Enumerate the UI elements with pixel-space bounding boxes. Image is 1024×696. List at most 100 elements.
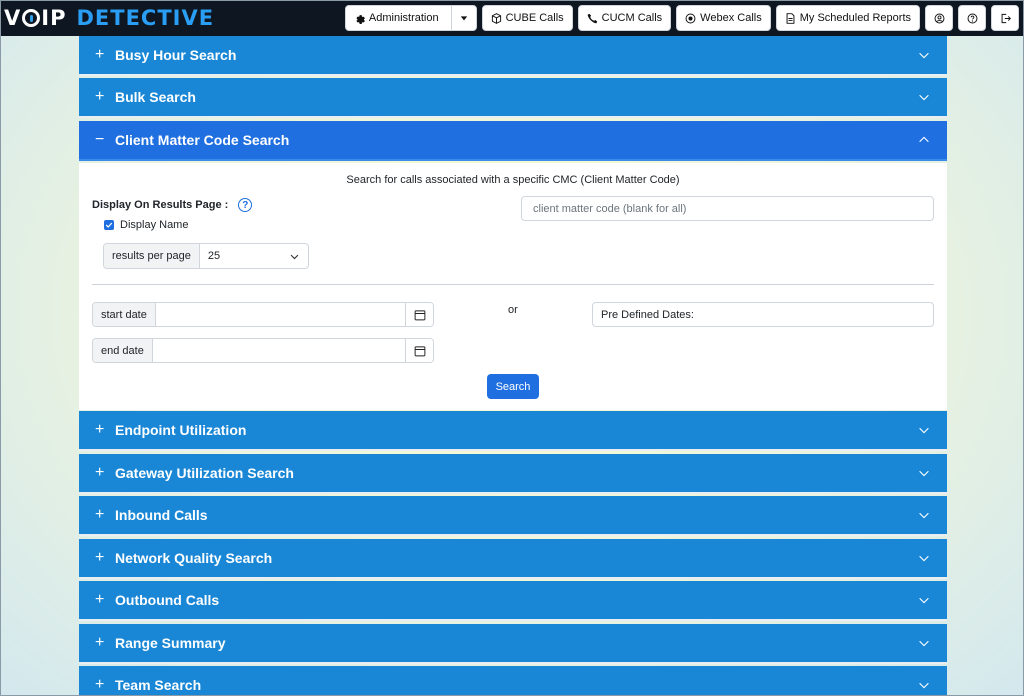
- or-separator: or: [508, 304, 518, 316]
- scheduled-reports-label: My Scheduled Reports: [799, 12, 911, 24]
- accordion-outbound-calls: + Outbound Calls: [79, 581, 947, 621]
- cmc-search-panel: Search for calls associated with a speci…: [79, 163, 947, 410]
- accordion-inbound-calls: + Inbound Calls: [79, 496, 947, 536]
- brand-text-v: V: [4, 6, 22, 30]
- section-divider: [92, 284, 934, 285]
- accordion-title: Client Matter Code Search: [115, 132, 290, 148]
- chevron-down-icon: [919, 555, 929, 562]
- accordion-bulk: + Bulk Search: [79, 78, 947, 118]
- administration-caret[interactable]: [450, 5, 468, 31]
- accordion-busy-hour: + Busy Hour Search: [79, 36, 947, 76]
- expand-plus-icon: +: [95, 634, 105, 651]
- expand-plus-icon: +: [95, 549, 105, 566]
- logout-button[interactable]: [991, 5, 1019, 31]
- help-circle-icon[interactable]: ?: [238, 198, 253, 212]
- top-navbar: V IP DETECTIVE Administration CUBE Calls…: [0, 0, 1024, 36]
- expand-plus-icon: +: [95, 506, 105, 523]
- accordion-title: Network Quality Search: [115, 550, 273, 566]
- accordion-title: Busy Hour Search: [115, 47, 237, 63]
- cucm-calls-label: CUCM Calls: [601, 12, 663, 24]
- webex-calls-button[interactable]: Webex Calls: [676, 5, 771, 31]
- display-name-option[interactable]: Display Name: [104, 219, 188, 231]
- cube-icon: [491, 12, 501, 24]
- file-report-icon: [786, 12, 795, 24]
- accordion-title: Inbound Calls: [115, 507, 208, 523]
- accordion-title: Team Search: [115, 677, 202, 693]
- start-date-group: start date: [92, 302, 434, 327]
- chevron-up-icon: [919, 136, 929, 143]
- check-icon: [105, 222, 113, 228]
- predefined-dates-select[interactable]: Pre Defined Dates:: [592, 302, 934, 327]
- calendar-icon: [414, 345, 425, 356]
- chevron-down-icon: [919, 52, 929, 59]
- accordion-client-matter-code: − Client Matter Code Search: [79, 121, 947, 161]
- cube-calls-label: CUBE Calls: [505, 12, 564, 24]
- help-button[interactable]: [958, 5, 986, 31]
- accordion-title: Endpoint Utilization: [115, 422, 247, 438]
- accordion-header-team-search[interactable]: + Team Search: [79, 666, 947, 696]
- accordion-header-range-summary[interactable]: + Range Summary: [79, 624, 947, 664]
- expand-plus-icon: +: [95, 46, 105, 63]
- chevron-down-icon: [919, 427, 929, 434]
- expand-plus-icon: +: [95, 421, 105, 438]
- accordion-title: Range Summary: [115, 635, 226, 651]
- accordion-endpoint-utilization: + Endpoint Utilization: [79, 411, 947, 451]
- question-circle-icon: [967, 13, 977, 23]
- chevron-down-icon: [919, 94, 929, 101]
- results-per-page-label: results per page: [104, 244, 200, 268]
- results-per-page-value: 25: [207, 250, 221, 262]
- logout-icon: [1001, 13, 1011, 23]
- accordion-header-outbound-calls[interactable]: + Outbound Calls: [79, 581, 947, 621]
- chevron-down-icon: [919, 597, 929, 604]
- chevron-down-icon: [919, 512, 929, 519]
- end-date-group: end date: [92, 338, 434, 363]
- accordion-header-bulk-search[interactable]: + Bulk Search: [79, 78, 947, 118]
- end-date-calendar-button[interactable]: [405, 339, 433, 362]
- brand-text-ip: IP: [41, 6, 67, 30]
- record-circle-icon: [685, 13, 696, 23]
- results-per-page-group: results per page 25: [103, 243, 309, 269]
- user-account-button[interactable]: [925, 5, 953, 31]
- expand-plus-icon: +: [95, 464, 105, 481]
- display-name-label: Display Name: [120, 219, 189, 231]
- accordion-header-client-matter-code-search[interactable]: − Client Matter Code Search: [79, 121, 947, 161]
- display-name-checkbox[interactable]: [104, 220, 114, 230]
- client-matter-code-input[interactable]: client matter code (blank for all): [521, 196, 934, 221]
- webex-calls-label: Webex Calls: [700, 12, 762, 24]
- chevron-down-icon: [290, 254, 299, 259]
- accordion-header-endpoint-utilization[interactable]: + Endpoint Utilization: [79, 411, 947, 451]
- user-circle-icon: [934, 13, 944, 23]
- caret-down-icon: [460, 16, 467, 21]
- cucm-calls-button[interactable]: CUCM Calls: [577, 5, 672, 31]
- expand-plus-icon: +: [95, 88, 105, 105]
- end-date-input[interactable]: [153, 339, 405, 362]
- start-date-calendar-button[interactable]: [405, 303, 433, 326]
- cube-calls-button[interactable]: CUBE Calls: [481, 5, 573, 31]
- chevron-down-icon: [919, 682, 929, 689]
- end-date-label: end date: [93, 339, 153, 362]
- accordion-header-network-quality-search[interactable]: + Network Quality Search: [79, 539, 947, 579]
- accordion-gateway-utilization: + Gateway Utilization Search: [79, 454, 947, 494]
- calendar-icon: [414, 309, 425, 320]
- brand-logo[interactable]: V IP DETECTIVE: [4, 4, 214, 32]
- accordion-range-summary: + Range Summary: [79, 624, 947, 664]
- gear-icon: [356, 14, 365, 24]
- results-per-page-select[interactable]: 25: [200, 244, 308, 268]
- phone-icon: [587, 13, 597, 23]
- accordion-header-gateway-utilization-search[interactable]: + Gateway Utilization Search: [79, 454, 947, 494]
- accordion-header-inbound-calls[interactable]: + Inbound Calls: [79, 496, 947, 536]
- accordion-title: Gateway Utilization Search: [115, 465, 294, 481]
- start-date-input[interactable]: [156, 303, 405, 326]
- accordion-title: Bulk Search: [115, 89, 196, 105]
- start-date-label: start date: [93, 303, 156, 326]
- accordion-team-search: + Team Search: [79, 666, 947, 696]
- display-on-results-heading: Display On Results Page : ?: [92, 198, 253, 212]
- brand-o-mark: [22, 9, 41, 27]
- search-button[interactable]: Search: [487, 374, 539, 399]
- scheduled-reports-button[interactable]: My Scheduled Reports: [775, 5, 920, 31]
- chevron-down-icon: [919, 470, 929, 477]
- administration-dropdown[interactable]: Administration: [344, 5, 477, 31]
- accordion-title: Outbound Calls: [115, 592, 220, 608]
- panel-description: Search for calls associated with a speci…: [346, 174, 680, 186]
- accordion-header-busy-hour-search[interactable]: + Busy Hour Search: [79, 36, 947, 76]
